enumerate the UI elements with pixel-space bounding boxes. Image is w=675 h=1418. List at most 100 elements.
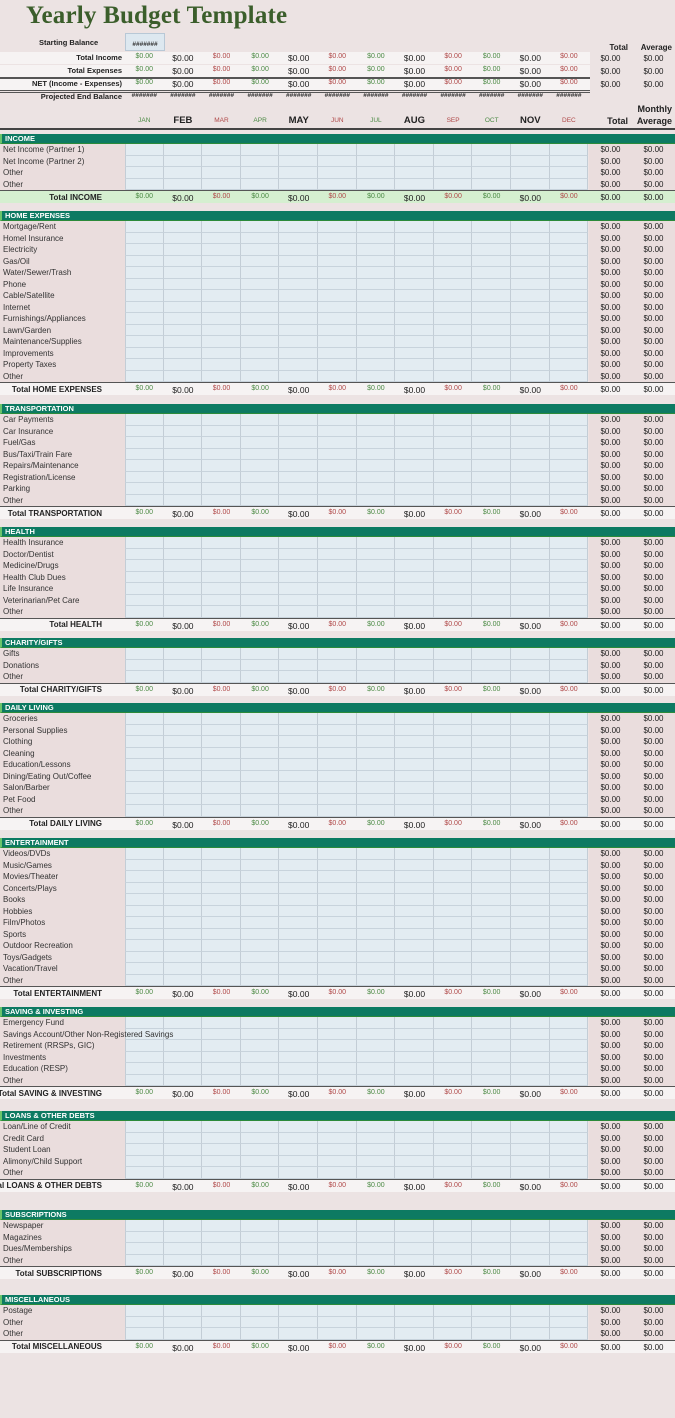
month-input-cell[interactable] [472, 894, 511, 906]
month-input-cell[interactable] [356, 167, 396, 179]
month-input-cell[interactable] [356, 301, 396, 313]
month-input-cell[interactable] [318, 448, 357, 460]
month-input-cell[interactable] [202, 359, 241, 371]
month-input-cell[interactable] [433, 144, 473, 156]
month-input-cell[interactable] [163, 759, 203, 771]
month-input-cell[interactable] [356, 594, 396, 606]
month-input-cell[interactable] [163, 871, 203, 883]
month-input-cell[interactable] [472, 793, 511, 805]
month-input-cell[interactable] [240, 155, 280, 167]
month-input-cell[interactable] [549, 537, 589, 549]
month-input-cell[interactable] [318, 359, 357, 371]
month-input-cell[interactable] [318, 928, 357, 940]
month-input-cell[interactable] [472, 1051, 511, 1063]
month-input-cell[interactable] [125, 178, 164, 190]
month-input-cell[interactable] [318, 594, 357, 606]
month-input-cell[interactable] [433, 1167, 473, 1179]
month-input-cell[interactable] [433, 278, 473, 290]
month-input-cell[interactable] [549, 1040, 589, 1052]
month-input-cell[interactable] [356, 951, 396, 963]
month-input-cell[interactable] [125, 336, 164, 348]
month-input-cell[interactable] [511, 793, 550, 805]
month-input-cell[interactable] [163, 1155, 203, 1167]
month-input-cell[interactable] [549, 648, 589, 660]
month-input-cell[interactable] [511, 537, 550, 549]
month-input-cell[interactable] [125, 1132, 164, 1144]
month-input-cell[interactable] [318, 1155, 357, 1167]
month-input-cell[interactable] [395, 736, 434, 748]
month-input-cell[interactable] [356, 1305, 396, 1317]
month-input-cell[interactable] [395, 290, 434, 302]
month-input-cell[interactable] [163, 782, 203, 794]
month-input-cell[interactable] [125, 894, 164, 906]
month-input-cell[interactable] [549, 313, 589, 325]
month-input-cell[interactable] [125, 659, 164, 671]
month-input-cell[interactable] [549, 894, 589, 906]
month-input-cell[interactable] [549, 232, 589, 244]
month-input-cell[interactable] [395, 483, 434, 495]
month-input-cell[interactable] [279, 494, 318, 506]
month-input-cell[interactable] [240, 770, 280, 782]
month-input-cell[interactable] [433, 928, 473, 940]
month-input-cell[interactable] [549, 244, 589, 256]
month-input-cell[interactable] [125, 347, 164, 359]
month-input-cell[interactable] [549, 460, 589, 472]
month-input-cell[interactable] [433, 974, 473, 986]
month-input-cell[interactable] [125, 1220, 164, 1232]
month-input-cell[interactable] [511, 940, 550, 952]
month-input-cell[interactable] [549, 414, 589, 426]
month-input-cell[interactable] [472, 805, 511, 817]
month-input-cell[interactable] [202, 659, 241, 671]
month-input-cell[interactable] [433, 1155, 473, 1167]
month-input-cell[interactable] [549, 905, 589, 917]
month-input-cell[interactable] [395, 859, 434, 871]
month-input-cell[interactable] [472, 1017, 511, 1029]
month-input-cell[interactable] [125, 425, 164, 437]
month-input-cell[interactable] [125, 1328, 164, 1340]
month-input-cell[interactable] [549, 1167, 589, 1179]
month-input-cell[interactable] [395, 1074, 434, 1086]
month-input-cell[interactable] [202, 882, 241, 894]
month-input-cell[interactable] [433, 1328, 473, 1340]
month-input-cell[interactable] [318, 974, 357, 986]
month-input-cell[interactable] [163, 848, 203, 860]
month-input-cell[interactable] [472, 560, 511, 572]
month-input-cell[interactable] [279, 244, 318, 256]
month-input-cell[interactable] [511, 1063, 550, 1075]
month-input-cell[interactable] [125, 494, 164, 506]
month-input-cell[interactable] [356, 178, 396, 190]
month-input-cell[interactable] [472, 671, 511, 683]
month-input-cell[interactable] [318, 848, 357, 860]
month-input-cell[interactable] [163, 1231, 203, 1243]
month-input-cell[interactable] [549, 1231, 589, 1243]
month-input-cell[interactable] [511, 882, 550, 894]
month-input-cell[interactable] [472, 1305, 511, 1317]
month-input-cell[interactable] [279, 759, 318, 771]
month-input-cell[interactable] [125, 1316, 164, 1328]
month-input-cell[interactable] [163, 713, 203, 725]
month-input-cell[interactable] [549, 494, 589, 506]
month-input-cell[interactable] [472, 1144, 511, 1156]
month-input-cell[interactable] [549, 759, 589, 771]
month-input-cell[interactable] [318, 1121, 357, 1133]
month-input-cell[interactable] [356, 483, 396, 495]
month-input-cell[interactable] [163, 359, 203, 371]
month-input-cell[interactable] [318, 759, 357, 771]
month-input-cell[interactable] [472, 178, 511, 190]
month-input-cell[interactable] [511, 671, 550, 683]
month-input-cell[interactable] [356, 859, 396, 871]
month-input-cell[interactable] [511, 221, 550, 233]
month-input-cell[interactable] [163, 571, 203, 583]
month-input-cell[interactable] [549, 1155, 589, 1167]
month-input-cell[interactable] [511, 859, 550, 871]
month-input-cell[interactable] [125, 232, 164, 244]
month-input-cell[interactable] [125, 594, 164, 606]
month-input-cell[interactable] [163, 460, 203, 472]
month-input-cell[interactable] [125, 1254, 164, 1266]
month-input-cell[interactable] [549, 324, 589, 336]
month-input-cell[interactable] [125, 848, 164, 860]
month-input-cell[interactable] [125, 313, 164, 325]
month-input-cell[interactable] [125, 859, 164, 871]
month-input-cell[interactable] [202, 759, 241, 771]
month-input-cell[interactable] [279, 1243, 318, 1255]
